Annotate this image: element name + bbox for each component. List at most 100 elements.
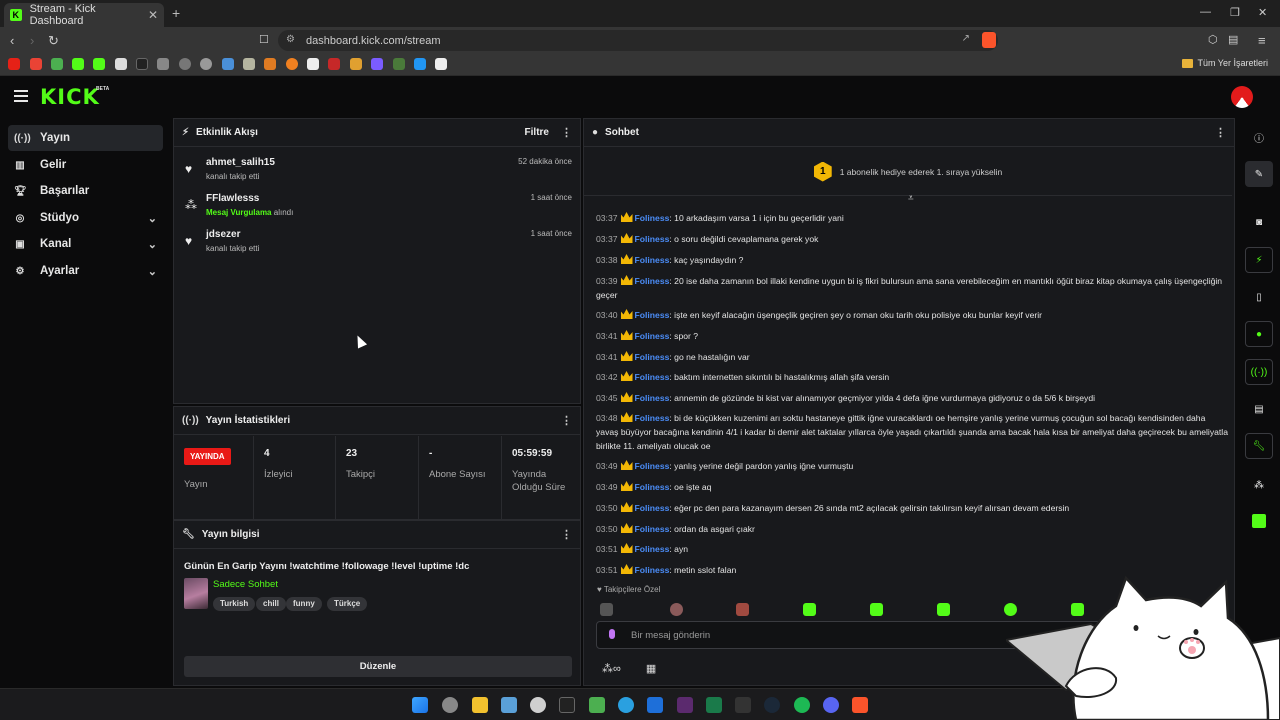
message-username[interactable]: Foliness: [635, 503, 670, 513]
bookmark-site-icon[interactable]: [157, 58, 169, 70]
bookmark-site-icon[interactable]: [328, 58, 340, 70]
message-username[interactable]: Foliness: [635, 413, 670, 423]
edit-button[interactable]: Düzenle: [184, 656, 572, 677]
sidebar-item-kanal[interactable]: ▣ Kanal ⌄: [8, 231, 163, 257]
bookmark-dashboard-icon[interactable]: [93, 58, 105, 70]
share-icon[interactable]: ↗: [962, 33, 970, 44]
emote-icon[interactable]: [600, 603, 613, 616]
maximize-icon[interactable]: ❐: [1230, 6, 1240, 19]
more-options-icon[interactable]: ⋮: [1215, 126, 1226, 139]
app-icon[interactable]: [618, 697, 634, 713]
discord-icon[interactable]: [823, 697, 839, 713]
bookmark-youtube-icon[interactable]: [8, 58, 20, 70]
spotify-icon[interactable]: [794, 697, 810, 713]
filter-button[interactable]: Filtre: [525, 127, 549, 138]
kicks-icon[interactable]: ⁂∞: [602, 663, 621, 675]
bookmark-site-icon[interactable]: [200, 58, 212, 70]
bookmark-wikipedia-icon[interactable]: [307, 58, 319, 70]
emote-icon[interactable]: [937, 603, 950, 616]
tag[interactable]: Türkçe: [327, 597, 368, 611]
bookmark-site-icon[interactable]: [286, 58, 298, 70]
broadcast-icon[interactable]: ((·)): [1245, 359, 1273, 385]
sidebar-item-yayin[interactable]: ((·)) Yayın: [8, 125, 163, 151]
file-explorer-icon[interactable]: [472, 697, 488, 713]
bookmark-site-icon[interactable]: [350, 58, 362, 70]
bookmark-kick-icon[interactable]: [72, 58, 84, 70]
epic-games-icon[interactable]: [735, 697, 751, 713]
app-icon[interactable]: [706, 697, 722, 713]
bookmark-site-icon[interactable]: [264, 58, 276, 70]
chat-bubble-icon[interactable]: ●: [1245, 321, 1273, 347]
app-icon[interactable]: [530, 697, 546, 713]
message-username[interactable]: Foliness: [635, 331, 670, 341]
message-username[interactable]: Foliness: [635, 461, 670, 471]
app-icon[interactable]: [501, 697, 517, 713]
message-username[interactable]: Foliness: [635, 524, 670, 534]
bookmark-site-icon[interactable]: [393, 58, 405, 70]
back-icon[interactable]: ‹: [10, 33, 14, 48]
avatar[interactable]: [1231, 86, 1253, 108]
wrench-icon[interactable]: 🔧︎: [1245, 433, 1273, 459]
bookmark-site-icon[interactable]: [243, 58, 255, 70]
emote-icon[interactable]: [670, 603, 683, 616]
bookmark-icon[interactable]: ☐: [259, 33, 269, 46]
message-username[interactable]: Foliness: [635, 393, 670, 403]
bookmark-site-icon[interactable]: [414, 58, 426, 70]
tag[interactable]: chill: [256, 597, 287, 611]
bookmark-cg-icon[interactable]: [51, 58, 63, 70]
extension-icon[interactable]: [1245, 508, 1273, 534]
event-username[interactable]: ahmet_salih15: [206, 157, 275, 168]
sidebar-toggle-icon[interactable]: ▤: [1228, 33, 1238, 46]
forward-icon[interactable]: ›: [30, 33, 34, 48]
new-tab-icon[interactable]: +: [172, 5, 180, 21]
tag[interactable]: Turkish: [213, 597, 256, 611]
sidebar-item-gelir[interactable]: ▥ Gelir: [8, 152, 163, 178]
more-options-icon[interactable]: ⋮: [561, 414, 572, 427]
bookmark-site-icon[interactable]: [371, 58, 383, 70]
bookmark-site-icon[interactable]: [115, 58, 127, 70]
close-tab-icon[interactable]: ✕: [148, 8, 158, 22]
gift-sub-banner[interactable]: 1 1 abonelik hediye ederek 1. sıraya yük…: [584, 148, 1232, 196]
steam-icon[interactable]: [764, 697, 780, 713]
mic-icon[interactable]: [609, 629, 615, 639]
app-icon[interactable]: [677, 697, 693, 713]
info-icon[interactable]: ⓘ: [1245, 124, 1273, 150]
reload-icon[interactable]: ↻: [48, 33, 59, 49]
scroll-down-icon[interactable]: ⩡: [908, 193, 914, 204]
message-username[interactable]: Foliness: [635, 234, 670, 244]
minecraft-icon[interactable]: [589, 697, 605, 713]
message-username[interactable]: Foliness: [635, 255, 670, 265]
menu-icon[interactable]: [14, 90, 28, 105]
message-username[interactable]: Foliness: [635, 276, 670, 286]
start-icon[interactable]: [412, 697, 428, 713]
document-icon[interactable]: ▯: [1245, 284, 1273, 310]
event-username[interactable]: FFlawlesss: [206, 193, 259, 204]
store-icon[interactable]: ▦: [646, 663, 656, 675]
more-options-icon[interactable]: ⋮: [561, 126, 572, 139]
emote-icon[interactable]: [736, 603, 749, 616]
layout-icon[interactable]: ▤: [1245, 396, 1273, 422]
url-field[interactable]: ⚙ dashboard.kick.com/stream ↗: [278, 30, 998, 51]
message-username[interactable]: Foliness: [635, 372, 670, 382]
app-icon[interactable]: [559, 697, 575, 713]
brave-shield-icon[interactable]: [982, 32, 996, 48]
edit-pencil-icon[interactable]: ✎: [1245, 161, 1273, 187]
stream-category[interactable]: Sadece Sohbet: [213, 579, 278, 590]
sidebar-item-ayarlar[interactable]: ⚙ Ayarlar ⌄: [8, 258, 163, 284]
camera-icon[interactable]: ◙: [1245, 209, 1273, 235]
brave-icon[interactable]: [852, 697, 868, 713]
minimize-icon[interactable]: —: [1200, 6, 1211, 18]
sidebar-item-studyo[interactable]: ◎ Stüdyo ⌄: [8, 205, 163, 231]
close-window-icon[interactable]: ✕: [1258, 6, 1267, 19]
kick-logo[interactable]: KICK: [40, 85, 100, 109]
lightning-icon[interactable]: ⚡︎: [1245, 247, 1273, 273]
event-username[interactable]: jdsezer: [206, 229, 240, 240]
sidebar-item-basarilar[interactable]: 🏆︎ Başarılar: [8, 178, 163, 204]
bookmark-site-icon[interactable]: [222, 58, 234, 70]
message-username[interactable]: Foliness: [635, 213, 670, 223]
emote-icon[interactable]: [803, 603, 816, 616]
site-info-icon[interactable]: ⚙: [286, 34, 295, 45]
message-username[interactable]: Foliness: [635, 352, 670, 362]
bookmark-site-icon[interactable]: [435, 58, 447, 70]
message-username[interactable]: Foliness: [635, 544, 670, 554]
